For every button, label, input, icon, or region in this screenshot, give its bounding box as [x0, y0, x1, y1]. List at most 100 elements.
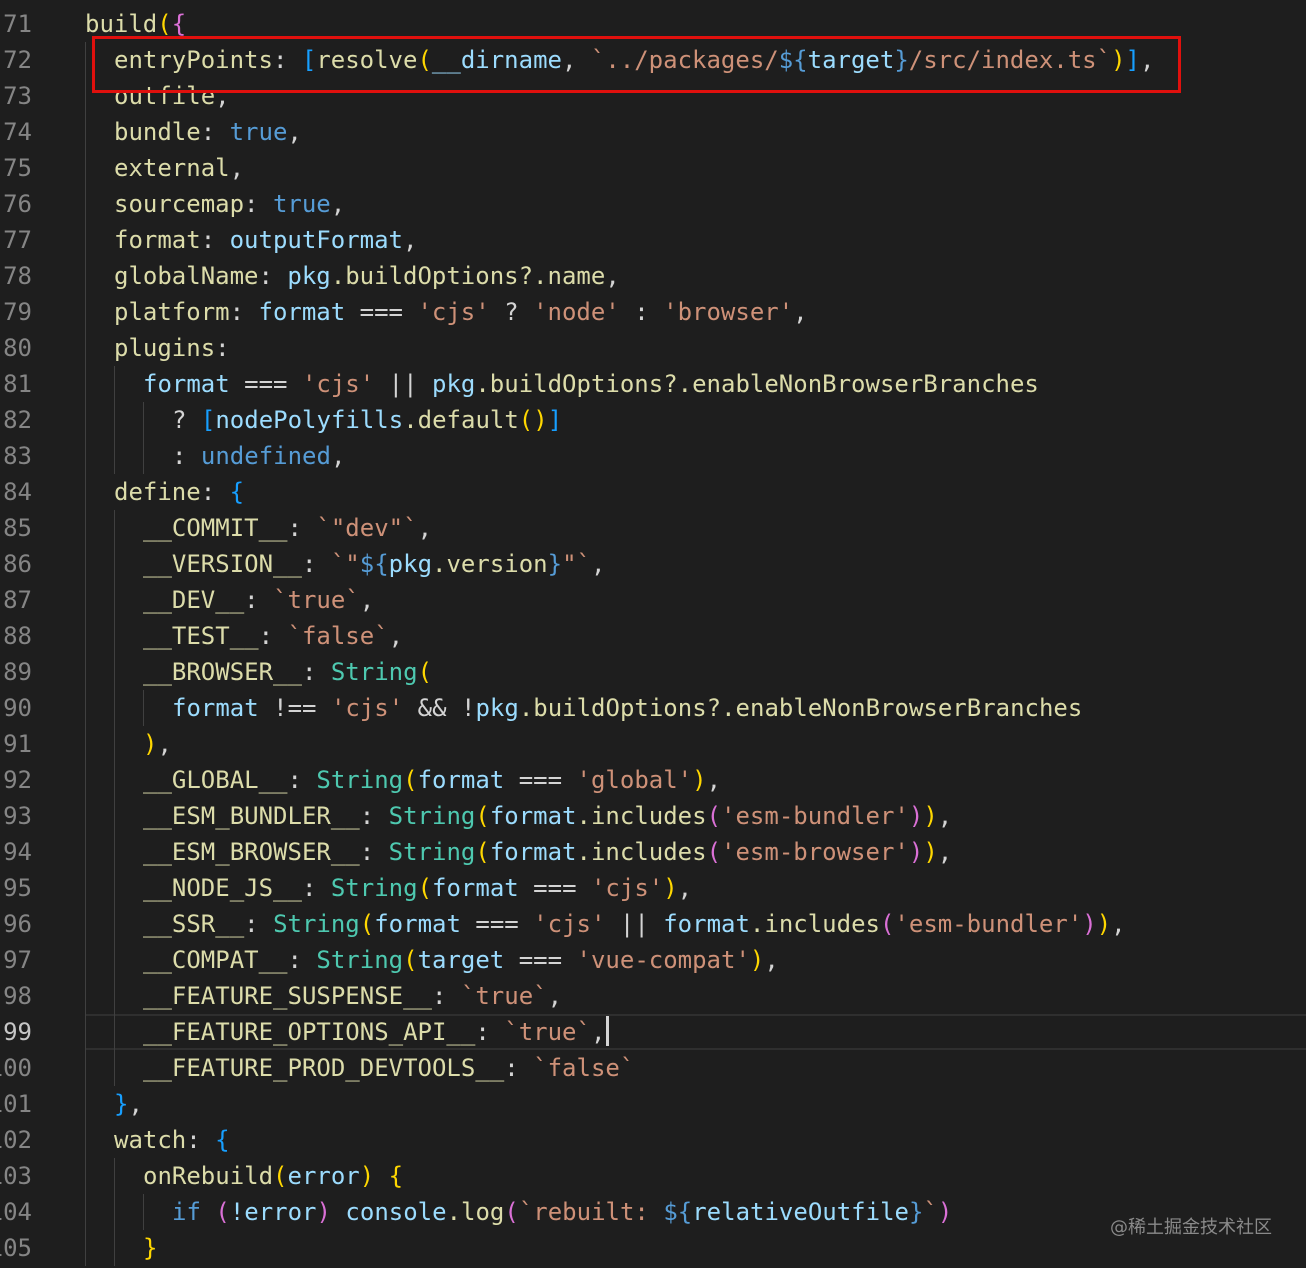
- code-line[interactable]: 76 sourcemap: true,: [0, 186, 1306, 222]
- code-token: pkg: [388, 550, 433, 578]
- code-content[interactable]: format: outputFormat,: [114, 222, 417, 258]
- code-content[interactable]: __NODE_JS__: String(format === 'cjs'),: [143, 870, 692, 906]
- code-line[interactable]: 89 __BROWSER__: String(: [0, 654, 1306, 690]
- code-token: String: [316, 946, 404, 974]
- code-token: ): [359, 1162, 389, 1190]
- code-token: ): [316, 1198, 346, 1226]
- indent-guide: [85, 1050, 86, 1086]
- code-line[interactable]: 96 __SSR__: String(format === 'cjs' || fo…: [0, 906, 1306, 942]
- indent-guide: [114, 654, 115, 690]
- code-line[interactable]: 95 __NODE_JS__: String(format === 'cjs'),: [0, 870, 1306, 906]
- code-line[interactable]: 86 __VERSION__: `"${pkg.version}"`,: [0, 546, 1306, 582]
- code-token: :: [301, 874, 331, 902]
- line-number: 86: [3, 550, 32, 578]
- code-line[interactable]: 100 __FEATURE_PROD_DEVTOOLS__: `false`: [0, 1050, 1306, 1086]
- code-line[interactable]: 101},: [0, 1086, 1306, 1122]
- code-content[interactable]: plugins:: [114, 330, 230, 366]
- code-token: globalName: [114, 262, 259, 290]
- code-line[interactable]: 88 __TEST__: `false`,: [0, 618, 1306, 654]
- code-line[interactable]: 77 format: outputFormat,: [0, 222, 1306, 258]
- code-content[interactable]: __BROWSER__: String(: [143, 654, 432, 690]
- code-content[interactable]: globalName: pkg.buildOptions?.name,: [114, 258, 620, 294]
- code-line[interactable]: 79 platform: format === 'cjs' ? 'node' : …: [0, 294, 1306, 330]
- line-number: 105: [0, 1234, 32, 1262]
- indent-guide: [114, 870, 115, 906]
- code-content[interactable]: }: [143, 1230, 157, 1266]
- indent-guide: [85, 834, 86, 870]
- code-content[interactable]: __GLOBAL__: String(format === 'global'),: [143, 762, 721, 798]
- code-line[interactable]: 87 __DEV__: `true`,: [0, 582, 1306, 618]
- code-content[interactable]: onRebuild(error) {: [143, 1158, 403, 1194]
- code-line[interactable]: 84 define: {: [0, 474, 1306, 510]
- code-token: :: [186, 1126, 216, 1154]
- code-line[interactable]: 98 __FEATURE_SUSPENSE__: `true`,: [0, 978, 1306, 1014]
- code-line[interactable]: 75 external,: [0, 150, 1306, 186]
- line-number: 79: [3, 298, 32, 326]
- code-token: `false`: [533, 1054, 635, 1082]
- code-line[interactable]: 80 plugins:: [0, 330, 1306, 366]
- code-content[interactable]: __COMMIT__: `"dev"`,: [143, 510, 432, 546]
- indent-guide: [85, 222, 86, 258]
- code-line[interactable]: 103 onRebuild(error) {: [0, 1158, 1306, 1194]
- code-content[interactable]: __FEATURE_PROD_DEVTOOLS__: `false`: [143, 1050, 634, 1086]
- code-line[interactable]: 92 __GLOBAL__: String(format === 'global'…: [0, 762, 1306, 798]
- code-token: ,: [706, 766, 722, 794]
- indent-guide: [114, 1014, 115, 1050]
- indent-guide: [114, 942, 115, 978]
- code-content[interactable]: __SSR__: String(format === 'cjs' || form…: [143, 906, 1126, 942]
- code-line[interactable]: 90 format !== 'cjs' && !pkg.buildOptions?…: [0, 690, 1306, 726]
- code-content[interactable]: external,: [114, 150, 244, 186]
- code-content[interactable]: watch: {: [114, 1122, 230, 1158]
- code-content[interactable]: __ESM_BROWSER__: String(format.includes(…: [143, 834, 952, 870]
- code-content[interactable]: __COMPAT__: String(target === 'vue-compa…: [143, 942, 779, 978]
- code-line[interactable]: 78 globalName: pkg.buildOptions?.name,: [0, 258, 1306, 294]
- code-content[interactable]: platform: format === 'cjs' ? 'node' : 'b…: [114, 294, 808, 330]
- code-token: :: [244, 190, 273, 218]
- indent-guide: [114, 402, 115, 438]
- code-content[interactable]: if (!error) console.log(`rebuilt: ${rela…: [172, 1194, 952, 1230]
- code-token: (: [157, 10, 172, 38]
- code-token: __GLOBAL__: [143, 766, 288, 794]
- code-content[interactable]: __ESM_BUNDLER__: String(format.includes(…: [143, 798, 952, 834]
- code-content[interactable]: __FEATURE_OPTIONS_API__: `true`,: [143, 1014, 610, 1050]
- code-content[interactable]: __VERSION__: `"${pkg.version}"`,: [143, 546, 605, 582]
- code-content[interactable]: __DEV__: `true`,: [143, 582, 374, 618]
- code-content[interactable]: : undefined,: [172, 438, 345, 474]
- code-line[interactable]: 99 __FEATURE_OPTIONS_API__: `true`,: [0, 1014, 1306, 1050]
- code-line[interactable]: 93 __ESM_BUNDLER__: String(format.include…: [0, 798, 1306, 834]
- code-line[interactable]: 91),: [0, 726, 1306, 762]
- code-token: format: [172, 694, 259, 722]
- code-token: ,: [937, 838, 953, 866]
- code-content[interactable]: format !== 'cjs' && !pkg.buildOptions?.e…: [172, 690, 1082, 726]
- code-line[interactable]: 102 watch: {: [0, 1122, 1306, 1158]
- code-line[interactable]: 97 __COMPAT__: String(target === 'vue-com…: [0, 942, 1306, 978]
- code-content[interactable]: __TEST__: `false`,: [143, 618, 403, 654]
- code-content[interactable]: sourcemap: true,: [114, 186, 345, 222]
- code-token: {: [171, 10, 187, 38]
- code-line[interactable]: 74 bundle: true,: [0, 114, 1306, 150]
- code-line[interactable]: 82? [nodePolyfills.default()]: [0, 402, 1306, 438]
- code-line[interactable]: 83: undefined,: [0, 438, 1306, 474]
- code-content[interactable]: },: [114, 1086, 143, 1122]
- code-content[interactable]: define: {: [114, 474, 244, 510]
- indent-guide: [85, 438, 86, 474]
- code-token: `true`: [460, 982, 548, 1010]
- code-token: 'cjs': [301, 370, 375, 398]
- line-number: 89: [3, 658, 32, 686]
- code-content[interactable]: bundle: true,: [114, 114, 302, 150]
- code-token: }: [143, 1234, 158, 1262]
- watermark: @稀土掘金技术社区: [1110, 1217, 1272, 1238]
- code-content[interactable]: ),: [143, 726, 172, 762]
- code-token: 'esm-bundler': [894, 910, 1083, 938]
- indent-guide: [85, 978, 86, 1014]
- indent-guide: [85, 78, 86, 114]
- line-number: 88: [3, 622, 32, 650]
- code-line[interactable]: 94 __ESM_BROWSER__: String(format.include…: [0, 834, 1306, 870]
- code-line[interactable]: 81 format === 'cjs' || pkg.buildOptions?.…: [0, 366, 1306, 402]
- code-editor[interactable]: 71 build({72 entryPoints: [resolve(__dirna…: [0, 0, 1306, 1268]
- code-token: ,: [547, 982, 563, 1010]
- code-content[interactable]: ? [nodePolyfills.default()]: [172, 402, 562, 438]
- code-line[interactable]: 85 __COMMIT__: `"dev"`,: [0, 510, 1306, 546]
- code-content[interactable]: format === 'cjs' || pkg.buildOptions?.en…: [143, 366, 1039, 402]
- code-content[interactable]: __FEATURE_SUSPENSE__: `true`,: [143, 978, 562, 1014]
